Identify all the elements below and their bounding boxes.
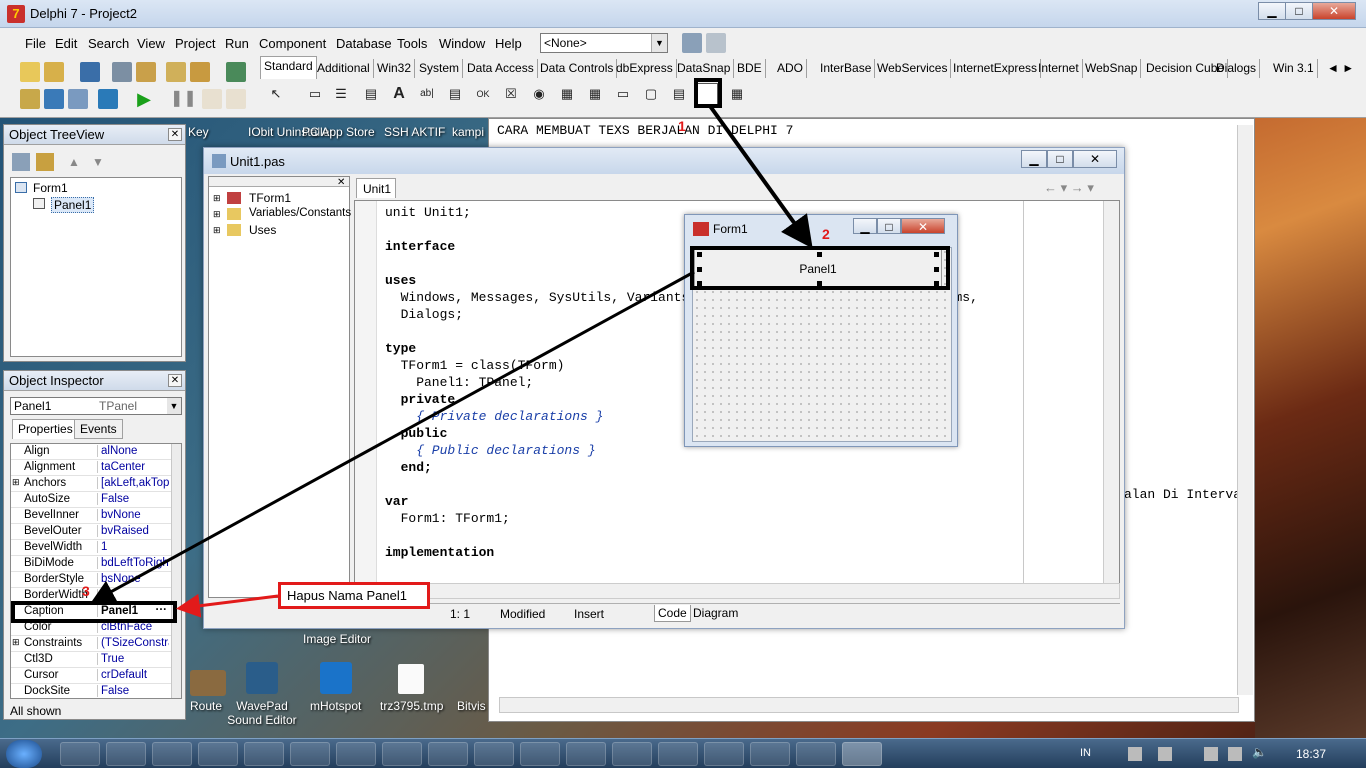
taskbar-app-icon[interactable] [566,742,606,766]
annotation-arrows [90,104,813,618]
taskbar-chrome-icon[interactable] [290,742,330,766]
network-icon[interactable] [1228,747,1242,761]
taskbar-app-icon[interactable] [658,742,698,766]
taskbar-app-icon[interactable] [796,742,836,766]
arrow-2-to-3 [90,270,695,603]
taskbar-firefox-icon[interactable] [336,742,376,766]
arrow-callout-to-caption [176,593,279,618]
taskbar-app-icon[interactable] [106,742,146,766]
taskbar-notepad-icon[interactable] [612,742,652,766]
taskbar-delphi-icon[interactable] [520,742,560,766]
tray-icon[interactable] [1128,747,1142,761]
taskbar-app-icon[interactable] [704,742,744,766]
taskbar-m-icon[interactable] [382,742,422,766]
taskbar-shield-icon[interactable] [244,742,284,766]
taskbar-window-icon[interactable] [474,742,514,766]
arrow-1-to-2 [708,104,813,249]
taskbar-network-icon[interactable] [428,742,468,766]
taskbar-app-icon[interactable] [750,742,790,766]
taskbar-explorer-icon[interactable] [60,742,100,766]
taskbar-app-icon[interactable] [198,742,238,766]
tray-icon[interactable] [1204,747,1218,761]
taskbar-delphi-active-icon[interactable] [842,742,882,766]
start-button[interactable] [6,740,42,768]
volume-icon[interactable]: 🔈 [1252,745,1267,759]
tray-icon[interactable] [1158,747,1172,761]
taskbar: IN 🔈 18:37 [0,738,1366,768]
clock[interactable]: 18:37 [1296,747,1326,761]
taskbar-media-icon[interactable] [152,742,192,766]
language-indicator[interactable]: IN [1080,747,1091,759]
